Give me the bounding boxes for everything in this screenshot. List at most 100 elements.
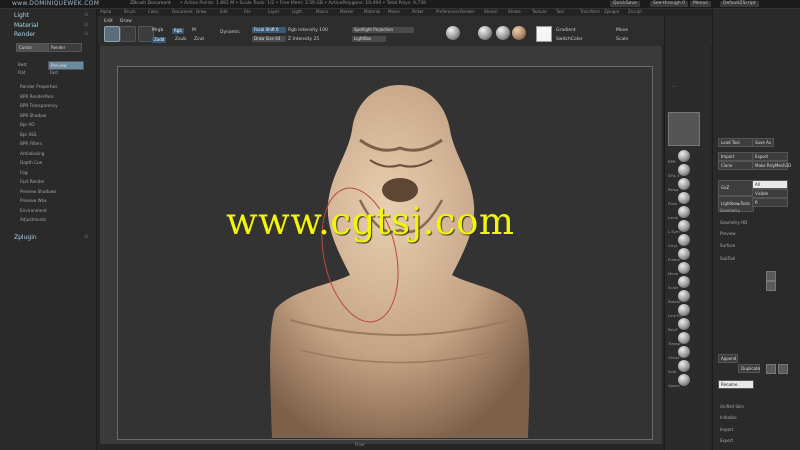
shelf-button-icon[interactable]	[678, 178, 690, 190]
rgb-button[interactable]: Rgb	[172, 28, 184, 34]
mrgb-button[interactable]: Mrgb	[152, 28, 163, 33]
shelf-button-icon[interactable]	[678, 346, 690, 358]
render-subpalette-item[interactable]: Antialiasing	[20, 151, 44, 156]
shelf-button-icon[interactable]	[678, 234, 690, 246]
shelf-button-icon[interactable]	[678, 360, 690, 372]
render-subpalette-item[interactable]: BPR Filters	[20, 141, 42, 146]
menu-item[interactable]: Alpha	[100, 9, 111, 14]
export-button[interactable]: Export	[752, 152, 788, 161]
render-subpalette-item[interactable]: Bpr SSS	[20, 132, 37, 137]
render-palette-header[interactable]: Render	[14, 31, 35, 38]
m-button[interactable]: M	[192, 28, 196, 33]
delete-icon[interactable]	[766, 364, 776, 374]
draw-mode-icon[interactable]	[120, 26, 136, 42]
menu-item[interactable]: File	[244, 9, 251, 14]
tool-subpalette-item[interactable]: Initialize	[720, 415, 737, 420]
menu-item[interactable]: Brush	[124, 9, 136, 14]
all-button[interactable]: All	[752, 180, 788, 189]
render-subpalette-item[interactable]: BPR RenderPass	[20, 94, 54, 99]
render-subpalette-item[interactable]: BPR Shadow	[20, 113, 46, 118]
subtool-header[interactable]: SubTool	[720, 256, 735, 261]
subtool-visibility-icon[interactable]	[766, 281, 776, 291]
menu-item[interactable]: Document	[172, 9, 193, 14]
shelf-button-icon[interactable]	[678, 262, 690, 274]
render-subpalette-item[interactable]: Adjustments	[20, 217, 46, 222]
scale-label[interactable]: Scale	[616, 37, 628, 42]
default-script-button[interactable]: DefaultZScript	[720, 1, 759, 7]
menu-item[interactable]: Zscript	[628, 9, 642, 14]
render-subpalette-item[interactable]: BPR Transparency	[20, 103, 58, 108]
goz-button[interactable]: GoZ	[718, 180, 754, 196]
brush-preview-sphere[interactable]	[446, 26, 460, 40]
shelf-button-icon[interactable]	[678, 192, 690, 204]
zplugin-collapse-icon[interactable]: ⊙	[84, 234, 88, 240]
menu-item[interactable]: Tool	[556, 9, 564, 14]
move-label[interactable]: Move	[616, 28, 628, 33]
render-preview-option[interactable]: Preview	[48, 61, 84, 70]
material-palette-header[interactable]: Material	[14, 22, 38, 29]
render-subpalette-item[interactable]: Preview Shadows	[20, 189, 56, 194]
zsub-button[interactable]: Zsub	[175, 37, 186, 42]
draw-size-slider[interactable]: Draw Size 64	[252, 36, 286, 42]
shelf-button-icon[interactable]	[678, 206, 690, 218]
visible-button[interactable]: Visible	[752, 189, 788, 198]
tool-subpalette-item[interactable]: Geometry	[720, 208, 740, 213]
shelf-button-icon[interactable]	[678, 318, 690, 330]
zadd-button[interactable]: Zadd	[152, 37, 167, 43]
render-flat-option[interactable]: Flat	[18, 70, 25, 75]
render-subpalette-item[interactable]: Depth Cue	[20, 160, 42, 165]
rgb-intensity-slider[interactable]: Rgb Intensity 100	[288, 28, 328, 33]
menu-item[interactable]: Zplugin	[604, 9, 619, 14]
menu-item[interactable]: Picker	[412, 9, 424, 14]
render-subpalette-item[interactable]: Fog	[20, 170, 27, 175]
menu-item[interactable]: Marker	[340, 9, 354, 14]
menu-item[interactable]: Preferences	[436, 9, 460, 14]
menu-item[interactable]: Color	[148, 9, 158, 14]
menu-item[interactable]: Light	[292, 9, 302, 14]
tool-subpalette-item[interactable]: Preview	[720, 231, 736, 236]
menu-item[interactable]: Transform	[580, 9, 600, 14]
tool-subpalette-item[interactable]: Export	[720, 438, 733, 443]
menu-item[interactable]: Movie	[388, 9, 400, 14]
menu-item[interactable]: Render	[460, 9, 474, 14]
render-subpalette-item[interactable]: Environment	[20, 208, 47, 213]
clone-button[interactable]: Clone	[718, 161, 754, 170]
render-subpalette-item[interactable]: Render Properties	[20, 84, 57, 89]
render-best-option[interactable]: Best	[18, 62, 27, 67]
make-polymesh-button[interactable]: Make PolyMesh3D	[752, 161, 791, 170]
focal-shift-slider[interactable]: Focal Shift 0	[252, 27, 286, 33]
r-button[interactable]: R	[752, 198, 788, 207]
main-color-swatch[interactable]	[536, 26, 552, 42]
material-collapse-icon[interactable]: ⊙	[84, 22, 88, 28]
dynamic-toggle[interactable]: Dynamic	[220, 30, 240, 35]
material-preview-sphere[interactable]	[512, 26, 526, 40]
switch-color-label[interactable]: SwitchColor	[556, 37, 583, 42]
render-subpalette-item[interactable]: Bpr AO	[20, 122, 35, 127]
render-fast-option[interactable]: Fast	[50, 70, 58, 75]
render-cursor-button[interactable]: Cursor	[16, 43, 50, 52]
alpha-preview-sphere[interactable]	[496, 26, 510, 40]
zcut-button[interactable]: Zcut	[194, 37, 204, 42]
import-button[interactable]: Import	[718, 152, 754, 161]
menu-item[interactable]: Stencil	[484, 9, 498, 14]
shelf-button-icon[interactable]	[678, 150, 690, 162]
spotlight-projection-button[interactable]: Spotlight Projection	[352, 27, 414, 33]
menus-button[interactable]: Menus	[690, 1, 711, 7]
menu-item[interactable]: Texture	[532, 9, 547, 14]
render-collapse-icon[interactable]: ⊙	[84, 31, 88, 37]
rename-button[interactable]: Rename	[718, 380, 754, 389]
gradient-label[interactable]: Gradient	[556, 28, 576, 33]
seethrough-slider[interactable]: See-through 0	[650, 1, 688, 7]
quicksave-button[interactable]: QuickSave	[610, 1, 640, 7]
subtool-visibility-icon[interactable]	[766, 271, 776, 281]
light-palette-header[interactable]: Light	[14, 12, 29, 19]
zplugin-palette-header[interactable]: Zplugin	[14, 234, 37, 241]
tool-subpalette-item[interactable]: Import	[720, 427, 733, 432]
duplicate-button[interactable]: Duplicate	[738, 364, 760, 373]
creature-bust-model[interactable]	[260, 80, 540, 438]
edit-mode-icon[interactable]	[104, 26, 120, 42]
light-collapse-icon[interactable]: ⊙	[84, 12, 88, 18]
tool-subpalette-item[interactable]: Unified Skin	[720, 404, 744, 409]
tool-subpalette-item[interactable]: Surface	[720, 243, 735, 248]
menu-item[interactable]: Stroke	[508, 9, 521, 14]
